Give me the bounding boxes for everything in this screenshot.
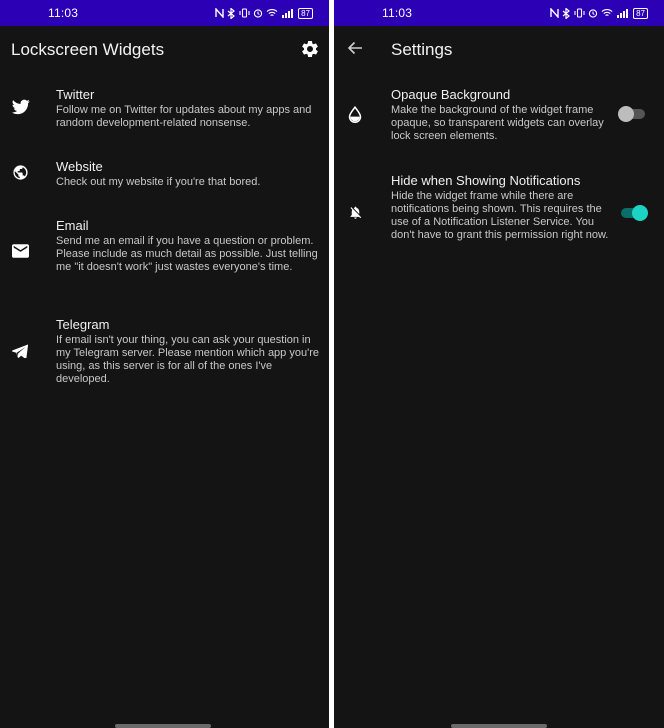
- page-title: Lockscreen Widgets: [11, 40, 165, 59]
- switch-thumb: [618, 106, 634, 122]
- item-description: If email isn't your thing, you can ask y…: [56, 334, 319, 385]
- gear-icon[interactable]: [300, 39, 320, 59]
- status-time: 11:03: [48, 6, 79, 20]
- vibrate-icon: [574, 8, 585, 18]
- bluetooth-icon: [227, 7, 236, 19]
- signal-icon: [617, 9, 629, 18]
- signal-icon: [282, 9, 294, 18]
- notifications-off-icon: [350, 206, 362, 219]
- email-icon: [12, 244, 29, 258]
- globe-icon: [13, 165, 28, 180]
- list-item-twitter[interactable]: Twitter Follow me on Twitter for updates…: [0, 86, 329, 138]
- list-item-email[interactable]: Email Send me an email if you have a que…: [0, 217, 329, 293]
- item-title: Website: [56, 159, 103, 174]
- opaque-background-switch[interactable]: [618, 106, 646, 122]
- app-bar: Lockscreen Widgets: [0, 26, 329, 72]
- list-item-website[interactable]: Website Check out my website if you're t…: [0, 158, 329, 194]
- battery-indicator: 87: [298, 7, 313, 19]
- back-arrow-icon[interactable]: [347, 40, 363, 56]
- telegram-icon: [12, 344, 28, 358]
- item-description: Send me an email if you have a question …: [56, 235, 318, 273]
- bluetooth-icon: [562, 7, 571, 19]
- battery-indicator: 87: [633, 7, 648, 19]
- pref-opaque-background[interactable]: Opaque Background Make the background of…: [334, 86, 664, 144]
- pref-title: Hide when Showing Notifications: [391, 173, 581, 188]
- hide-notifications-switch[interactable]: [620, 205, 648, 221]
- pref-title: Opaque Background: [391, 87, 511, 102]
- item-title: Email: [56, 218, 89, 233]
- status-bar: 11:03 87: [0, 0, 329, 26]
- page-title: Settings: [391, 40, 453, 59]
- status-bar: 11:03 87: [334, 0, 664, 26]
- item-description: Check out my website if you're that bore…: [56, 176, 261, 188]
- nfc-icon: [215, 8, 224, 18]
- nfc-icon: [550, 8, 559, 18]
- pref-hide-notifications[interactable]: Hide when Showing Notifications Hide the…: [334, 172, 664, 256]
- item-title: Telegram: [56, 317, 110, 332]
- wifi-icon: [601, 9, 613, 17]
- status-icons: 87: [215, 5, 313, 21]
- nav-gesture-handle[interactable]: [115, 724, 211, 728]
- twitter-icon: [12, 99, 30, 115]
- status-icons: 87: [550, 5, 648, 21]
- status-time: 11:03: [382, 6, 413, 20]
- about-screen: 11:03 87 Lockscreen Widgets Twitter Foll…: [0, 0, 329, 728]
- item-description: Follow me on Twitter for updates about m…: [56, 104, 312, 129]
- pref-description: Hide the widget frame while there are no…: [391, 190, 609, 241]
- item-title: Twitter: [56, 87, 95, 102]
- wifi-icon: [266, 9, 278, 17]
- alarm-icon: [253, 9, 263, 18]
- switch-thumb: [632, 205, 648, 221]
- pref-description: Make the background of the widget frame …: [391, 104, 604, 142]
- alarm-icon: [588, 9, 598, 18]
- nav-gesture-handle[interactable]: [451, 724, 547, 728]
- vibrate-icon: [239, 8, 250, 18]
- settings-screen: 11:03 87 Settings Opaque Background Make…: [334, 0, 664, 728]
- opacity-drop-icon: [348, 106, 362, 123]
- app-bar: Settings: [334, 26, 664, 72]
- list-item-telegram[interactable]: Telegram If email isn't your thing, you …: [0, 316, 329, 392]
